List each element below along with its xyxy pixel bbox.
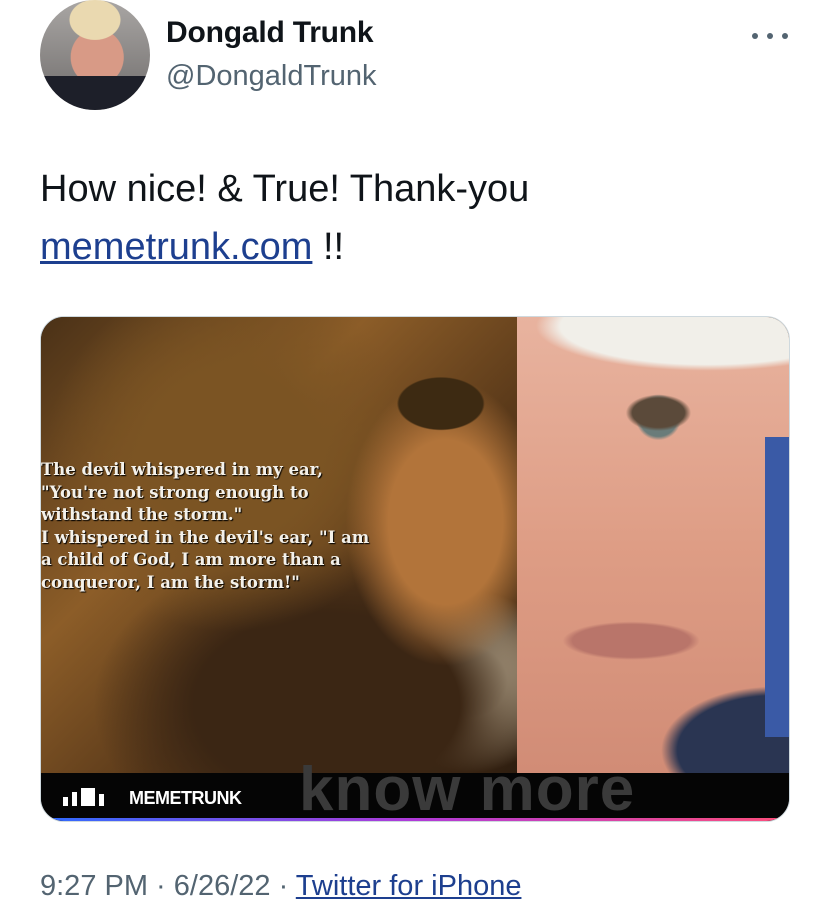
- avatar-suit: [40, 76, 150, 110]
- display-name[interactable]: Dongald Trunk: [166, 16, 374, 50]
- tweet-meta: 9:27 PM · 6/26/22 · Twitter for iPhone: [40, 870, 521, 903]
- avatar[interactable]: [40, 0, 150, 110]
- know-more-link[interactable]: know more: [299, 759, 635, 821]
- quote-line: a child of God, I am more than a: [41, 550, 341, 569]
- quote-line: conqueror, I am the storm!": [41, 572, 300, 592]
- tweet-text-tail: !!: [312, 226, 345, 268]
- face-image: [517, 317, 789, 773]
- quote-line: "You're not strong enough to: [41, 482, 309, 502]
- tweet-source-link[interactable]: Twitter for iPhone: [296, 870, 522, 902]
- tweet-date[interactable]: 6/26/22: [174, 870, 271, 902]
- tweet-text: How nice! & True! Thank-you memetrunk.co…: [40, 160, 800, 276]
- meta-separator: ·: [148, 870, 174, 902]
- meme-quote: The devil whispered in my ear, "You're n…: [41, 459, 421, 594]
- brand-name: MEMETRUNK: [129, 788, 242, 808]
- tweet-link[interactable]: memetrunk.com: [40, 226, 312, 268]
- memetrunk-logo-icon: [63, 788, 105, 806]
- tweet-text-main: How nice! & True! Thank-you: [40, 168, 530, 210]
- more-horizontal-icon[interactable]: [752, 22, 788, 50]
- tweet-media-card[interactable]: The devil whispered in my ear, "You're n…: [40, 316, 790, 822]
- media-brand-bar: MEMETRUNK know more: [41, 759, 789, 821]
- quote-line: I whispered in the devil's ear, "I am: [41, 527, 370, 547]
- quote-line: The devil whispered in my ear,: [41, 460, 323, 479]
- meta-separator: ·: [270, 870, 296, 902]
- quote-line: withstand the storm.": [41, 505, 243, 524]
- user-handle[interactable]: @DongaldTrunk: [166, 60, 377, 93]
- tweet-time[interactable]: 9:27 PM: [40, 870, 148, 902]
